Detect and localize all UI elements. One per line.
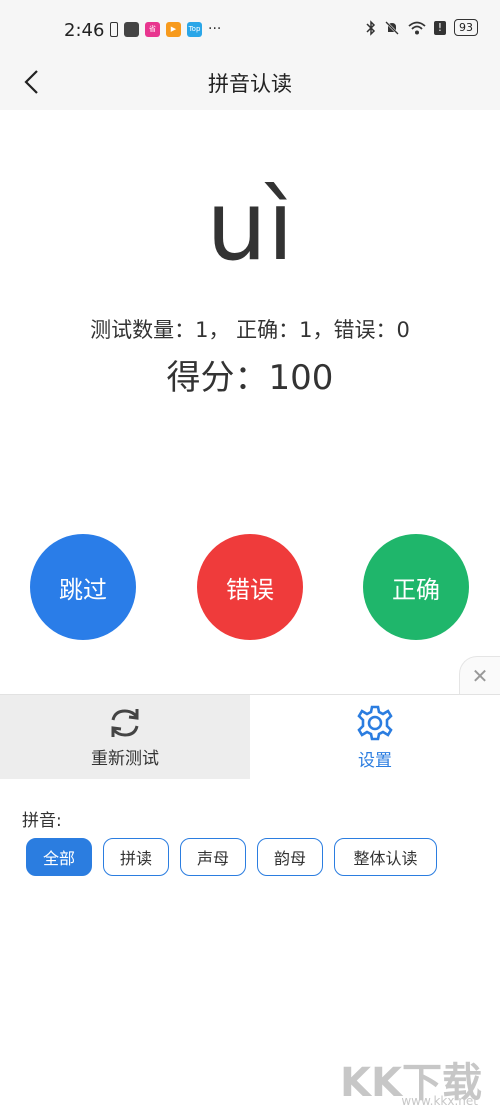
app-icon-1: [124, 21, 139, 37]
correct-button[interactable]: 正确: [363, 534, 469, 640]
tab-retest[interactable]: 重新测试: [0, 695, 250, 779]
app-icon-3: ▶: [166, 21, 181, 37]
watermark-site: www.kkx.net: [401, 1094, 478, 1108]
test-stats: 测试数量：1， 正确：1，错误：0: [90, 318, 410, 342]
refresh-icon: [111, 708, 139, 737]
chip-all[interactable]: 全部: [26, 838, 92, 876]
mute-icon: [385, 20, 399, 35]
pinyin-display: uì: [206, 170, 294, 282]
wrong-button[interactable]: 错误: [197, 534, 303, 640]
page-title: 拼音认读: [208, 72, 292, 96]
notification-icons: 省 ▶ Top ···: [110, 21, 221, 37]
chip-spelling[interactable]: 拼读: [103, 838, 169, 876]
bluetooth-icon: [366, 19, 376, 36]
nav-bar: 拼音认读: [0, 56, 500, 110]
app-icon-4: Top: [187, 21, 202, 37]
chip-whole-syllables[interactable]: 整体认读: [334, 838, 437, 876]
status-time: 2:46: [64, 20, 105, 41]
score-text: 得分：100: [166, 358, 334, 398]
pinyin-section-label: 拼音:: [22, 811, 62, 831]
close-panel-button[interactable]: ✕: [459, 656, 500, 695]
tab-settings[interactable]: 设置: [250, 695, 500, 779]
tab-retest-label: 重新测试: [91, 748, 159, 769]
battery-indicator: 93: [454, 19, 478, 36]
close-icon: ✕: [471, 664, 489, 688]
tab-settings-label: 设置: [358, 750, 392, 771]
battery-saver-icon: [110, 21, 118, 37]
chip-initials[interactable]: 声母: [180, 838, 246, 876]
skip-button[interactable]: 跳过: [30, 534, 136, 640]
alert-icon: !: [434, 20, 446, 35]
wifi-icon: [408, 21, 426, 34]
pinyin-filter-chips: 全部 拼读 声母 韵母 整体认读: [26, 838, 437, 876]
status-bar: 2:46 省 ▶ Top ··· ! 93: [0, 0, 500, 56]
app-icon-2: 省: [145, 21, 160, 37]
chip-finals[interactable]: 韵母: [257, 838, 323, 876]
gear-icon: [357, 705, 393, 740]
system-icons: ! 93: [366, 19, 478, 36]
bottom-tabs: 重新测试 设置: [0, 694, 500, 779]
more-notifications: ···: [208, 21, 222, 37]
